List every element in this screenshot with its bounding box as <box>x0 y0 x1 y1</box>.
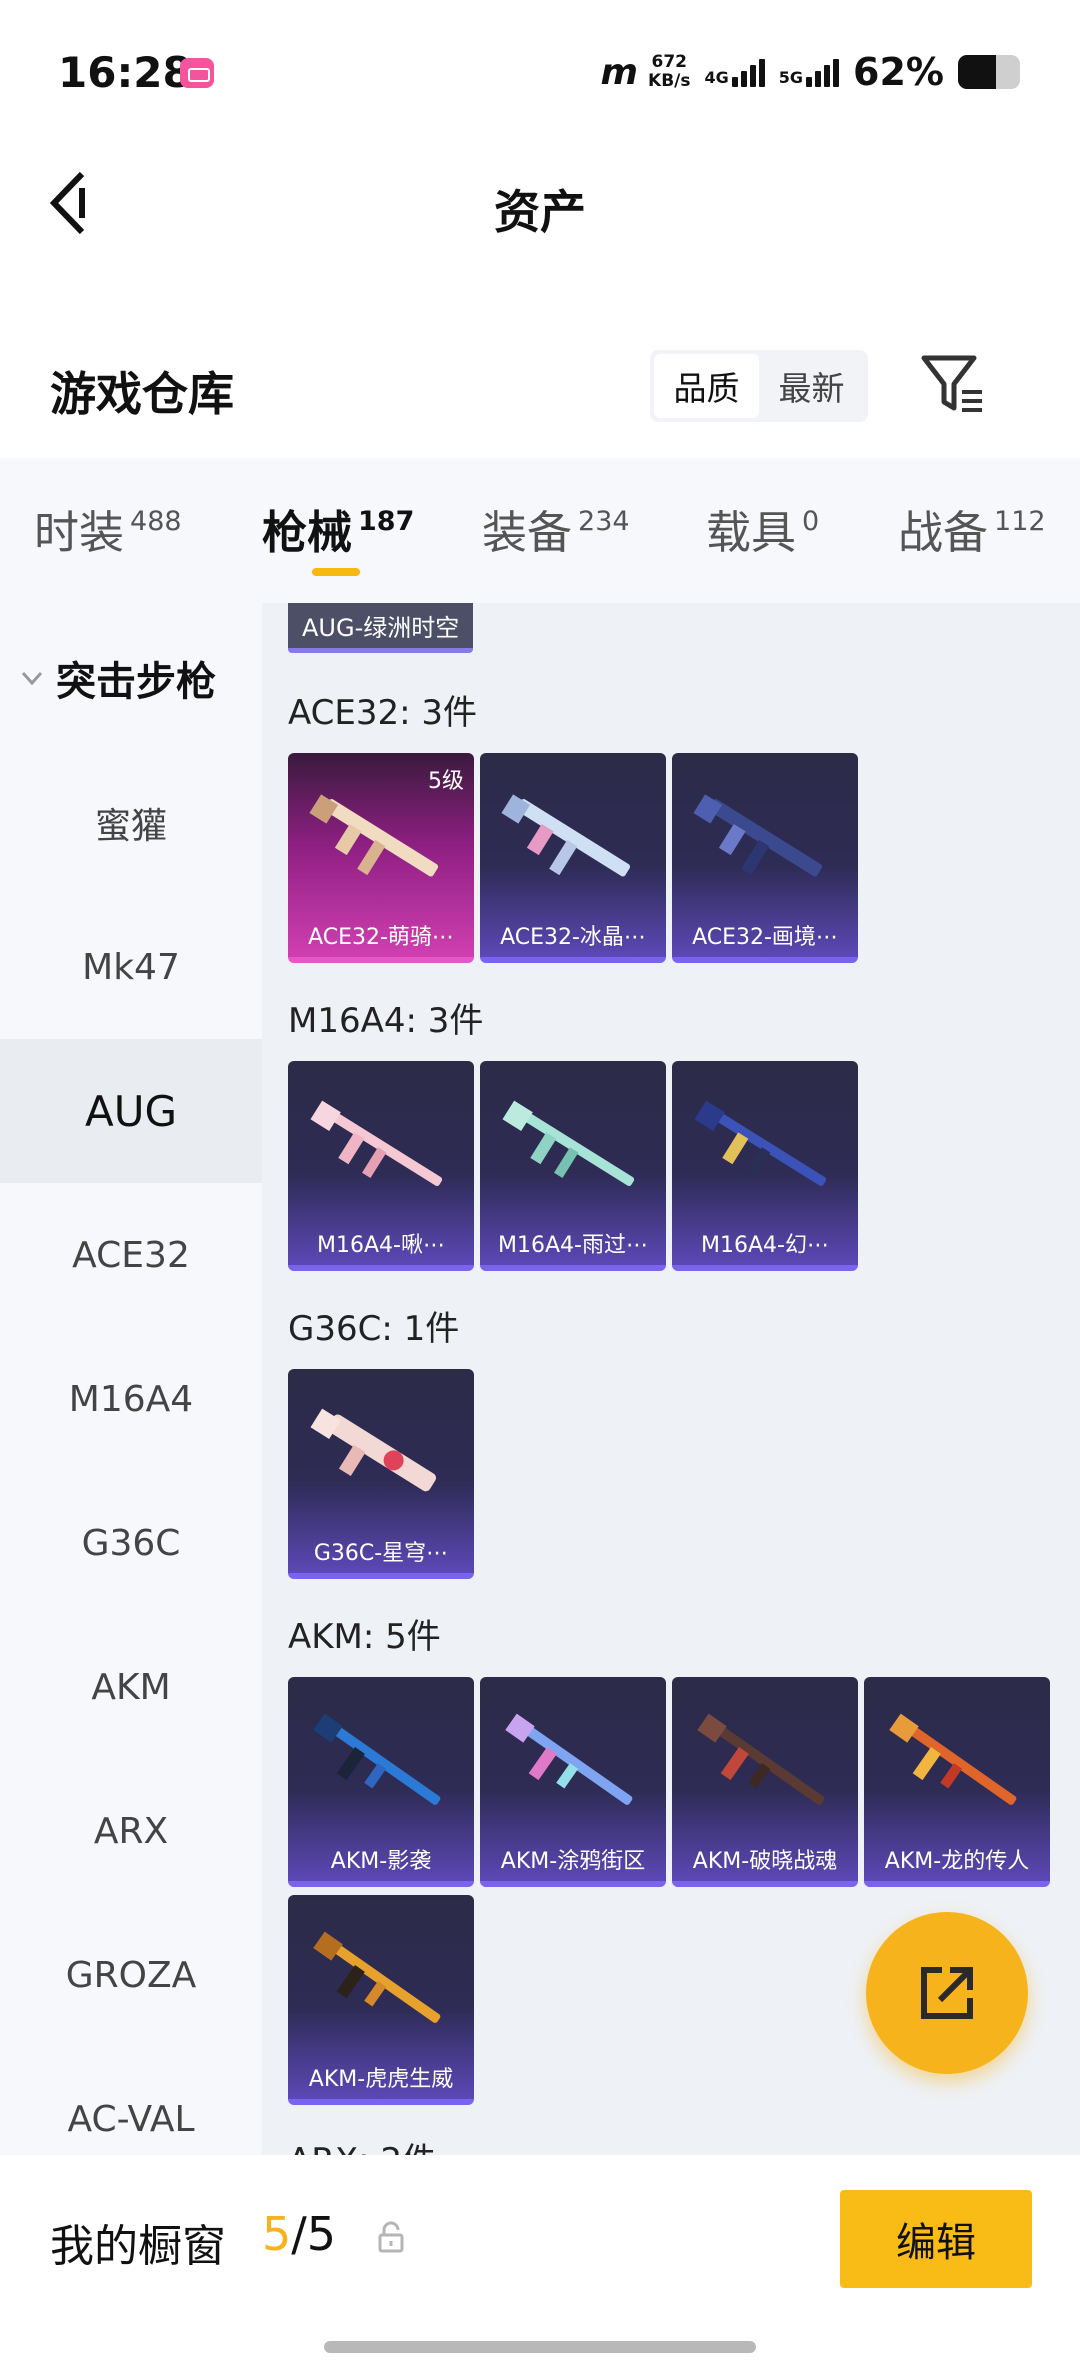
rifle-icon <box>502 1100 635 1186</box>
status-time: 16:28 <box>58 48 192 97</box>
showcase-label: 我的橱窗 <box>50 2221 226 2272</box>
rifle-icon <box>697 1713 825 1805</box>
sidebar-item-akm[interactable]: AKM <box>0 1615 262 1759</box>
page-title: 资产 <box>494 185 586 239</box>
sidebar-item-groza[interactable]: GROZA <box>0 1903 262 2047</box>
battery-percent: 62% <box>853 50 944 94</box>
share-button[interactable] <box>866 1912 1028 2074</box>
warehouse-title: 游戏仓库 <box>50 367 234 421</box>
skin-name: ACE32-冰晶⋯ <box>500 925 646 950</box>
sidebar-item-m16a4[interactable]: M16A4 <box>0 1327 262 1471</box>
showcase-bar: 我的橱窗 5/5 编辑 <box>0 2155 1080 2375</box>
bilibili-notification-icon <box>180 58 214 88</box>
sort-by-quality-button[interactable]: 品质 <box>654 354 759 418</box>
status-bar: 16:28 m 672 KB/s 4G 5G 62% <box>0 0 1080 140</box>
rifle-icon <box>501 794 631 877</box>
weapon-skin-card[interactable]: ACE32-画境⋯ <box>672 753 858 963</box>
weapon-skin-card[interactable]: M16A4-啾⋯ <box>288 1061 474 1271</box>
weapon-skin-card[interactable]: M16A4-雨过⋯ <box>480 1061 666 1271</box>
weapon-skin-card[interactable]: AKM-影袭 <box>288 1677 474 1887</box>
sidebar-category-assault-rifle[interactable]: 突击步枪 <box>18 649 216 707</box>
rifle-icon <box>313 1713 441 1805</box>
group-title-m16a4: M16A4: 3件 <box>288 1001 484 1041</box>
weapon-skin-card[interactable]: AKM-虎虎生威 <box>288 1895 474 2105</box>
group-title-ace32: ACE32: 3件 <box>288 693 478 733</box>
sort-by-newest-button[interactable]: 最新 <box>759 354 864 418</box>
weapon-skin-card[interactable]: ACE32-冰晶⋯ <box>480 753 666 963</box>
group-title-akm: AKM: 5件 <box>288 1617 441 1657</box>
rifle-icon <box>889 1713 1017 1805</box>
rifle-icon <box>505 1713 633 1805</box>
weapon-skin-card[interactable]: AKM-涂鸦街区 <box>480 1677 666 1887</box>
chevron-down-icon <box>21 671 43 686</box>
tab-vehicles[interactable]: 载具 0 <box>706 496 819 561</box>
weapon-skin-card[interactable]: 5级 ACE32-萌骑⋯ <box>288 753 474 963</box>
sidebar-item-honey-badger[interactable]: 蜜獾 <box>0 751 262 895</box>
battery-icon <box>958 55 1020 89</box>
weapon-skin-card[interactable]: G36C-星穹⋯ <box>288 1369 474 1579</box>
signal-4g: 4G <box>705 57 765 87</box>
home-indicator[interactable] <box>324 2341 756 2353</box>
skin-name: ACE32-画境⋯ <box>692 925 838 950</box>
rifle-icon <box>310 1100 443 1186</box>
showcase-count: 5/5 <box>262 2207 337 2261</box>
rifle-icon <box>313 1931 441 2023</box>
sidebar-item-mk47[interactable]: Mk47 <box>0 895 262 1039</box>
carrier-logo-icon: m <box>600 51 638 93</box>
sidebar-item-arx[interactable]: ARX <box>0 1759 262 1903</box>
tab-equipment[interactable]: 装备 234 <box>482 496 630 561</box>
skin-name: M16A4-雨过⋯ <box>498 1233 648 1258</box>
skin-name: AKM-影袭 <box>330 1849 432 1874</box>
weapon-skin-card[interactable]: AKM-破晓战魂 <box>672 1677 858 1887</box>
battery-fill <box>958 55 997 89</box>
skin-name: ACE32-萌骑⋯ <box>308 925 454 950</box>
skin-name: AKM-涂鸦街区 <box>500 1849 646 1874</box>
share-export-icon <box>921 1967 973 2019</box>
group-title-g36c: G36C: 1件 <box>288 1309 460 1349</box>
weapon-skin-card-label[interactable]: AUG-绿洲时空 <box>288 603 474 653</box>
tab-supplies[interactable]: 战备 112 <box>898 496 1046 561</box>
filter-icon[interactable] <box>920 352 986 416</box>
rifle-icon <box>310 1408 437 1492</box>
edit-button[interactable]: 编辑 <box>840 2190 1032 2288</box>
skin-level-badge: 5级 <box>428 769 464 794</box>
weapon-type-sidebar: 突击步枪 蜜獾 Mk47 AUG ACE32 M16A4 G36C AKM AR… <box>0 603 262 2155</box>
sidebar-item-ac-val[interactable]: AC-VAL <box>0 2047 262 2155</box>
tab-fashion[interactable]: 时装 488 <box>34 496 182 561</box>
signal-5g: 5G <box>779 57 840 87</box>
rifle-icon <box>693 794 823 877</box>
app-header: 资产 <box>0 140 1080 270</box>
tab-firearms[interactable]: 枪械 187 <box>262 496 414 561</box>
lock-icon <box>378 2221 404 2253</box>
rifle-icon <box>694 1100 827 1186</box>
sidebar-item-aug[interactable]: AUG <box>0 1039 262 1183</box>
status-icons: m 672 KB/s 4G 5G 62% <box>601 50 1020 94</box>
skin-name: G36C-星穹⋯ <box>313 1541 449 1566</box>
active-tab-indicator <box>312 568 360 576</box>
signal-bars-icon <box>806 57 840 87</box>
category-tabs: 时装 488 枪械 187 装备 234 载具 0 战备 112 <box>0 458 1080 603</box>
skin-name: M16A4-幻⋯ <box>701 1233 829 1258</box>
signal-bars-icon <box>731 57 765 87</box>
weapon-skin-card[interactable]: M16A4-幻⋯ <box>672 1061 858 1271</box>
sidebar-item-g36c[interactable]: G36C <box>0 1471 262 1615</box>
sidebar-item-ace32[interactable]: ACE32 <box>0 1183 262 1327</box>
net-speed: 672 KB/s <box>648 52 691 91</box>
skin-name: AKM-龙的传人 <box>884 1849 1030 1874</box>
sort-toggle: 品质 最新 <box>650 350 868 422</box>
group-title-arx: ARX: 2件 <box>288 2133 436 2155</box>
skin-name: M16A4-啾⋯ <box>317 1233 445 1258</box>
skin-name: AKM-虎虎生威 <box>308 2067 454 2092</box>
weapon-skin-card[interactable]: AKM-龙的传人 <box>864 1677 1050 1887</box>
skin-name: AKM-破晓战魂 <box>692 1849 838 1874</box>
